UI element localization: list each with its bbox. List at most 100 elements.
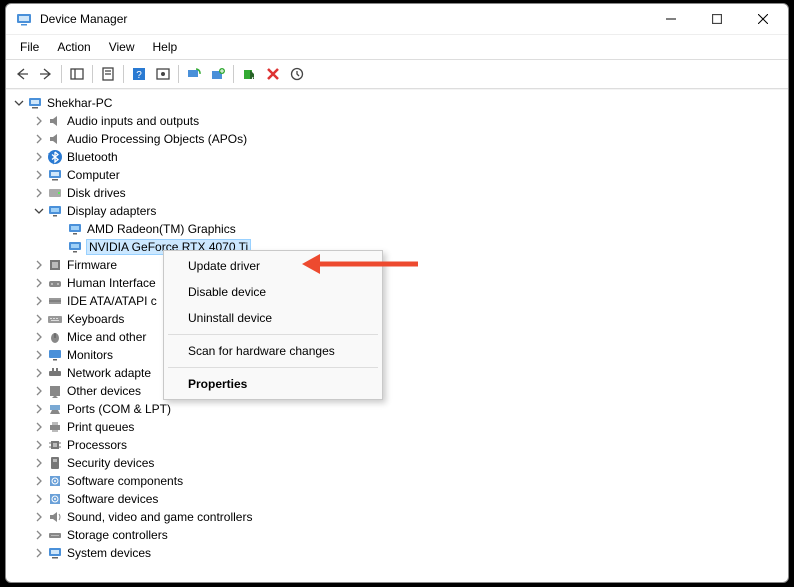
help-button[interactable]: ? [128, 63, 150, 85]
tree-node-mouse[interactable]: Mice and other [28, 328, 788, 346]
mouse-icon [47, 329, 63, 345]
forward-button[interactable] [35, 63, 57, 85]
app-icon [16, 11, 32, 27]
expand-icon[interactable] [32, 330, 46, 344]
ide-icon [47, 293, 63, 309]
menu-help[interactable]: Help [145, 37, 186, 57]
tree-label: Keyboards [67, 312, 124, 326]
titlebar[interactable]: Device Manager [6, 4, 788, 34]
expand-icon[interactable] [32, 528, 46, 542]
tree-node-firmware[interactable]: Firmware [28, 256, 788, 274]
close-button[interactable] [740, 4, 786, 34]
expand-icon[interactable] [32, 150, 46, 164]
expand-icon[interactable] [32, 312, 46, 326]
tree-node-cpu[interactable]: Processors [28, 436, 788, 454]
expand-icon[interactable] [32, 420, 46, 434]
back-button[interactable] [11, 63, 33, 85]
expand-icon[interactable] [32, 456, 46, 470]
expand-icon[interactable] [32, 348, 46, 362]
expand-icon[interactable] [32, 132, 46, 146]
maximize-button[interactable] [694, 4, 740, 34]
expand-icon[interactable] [32, 474, 46, 488]
expand-icon[interactable] [32, 186, 46, 200]
action-button[interactable] [152, 63, 174, 85]
uninstall-device-button[interactable] [262, 63, 284, 85]
swdev-icon [47, 491, 63, 507]
show-hide-tree-button[interactable] [66, 63, 88, 85]
tree-node-keyboard[interactable]: Keyboards [28, 310, 788, 328]
computer-icon [47, 167, 63, 183]
expand-icon[interactable] [32, 258, 46, 272]
menu-view[interactable]: View [101, 37, 143, 57]
expand-icon[interactable] [32, 510, 46, 524]
scan-hardware-button[interactable] [183, 63, 205, 85]
tree-node-security[interactable]: Security devices [28, 454, 788, 472]
expand-icon[interactable] [32, 438, 46, 452]
tree-node-other[interactable]: Other devices [28, 382, 788, 400]
expand-icon[interactable] [32, 168, 46, 182]
tree-node-printq[interactable]: Print queues [28, 418, 788, 436]
pc-icon [27, 95, 43, 111]
system-icon [47, 545, 63, 561]
update-driver-button[interactable] [207, 63, 229, 85]
tree-label: Print queues [67, 420, 134, 434]
gpu-icon [67, 239, 83, 255]
tree-node-swcomp[interactable]: Software components [28, 472, 788, 490]
minimize-button[interactable] [648, 4, 694, 34]
expand-icon[interactable] [32, 114, 46, 128]
expand-icon[interactable] [32, 276, 46, 290]
tree-node-disk[interactable]: Disk drives [28, 184, 788, 202]
tree-label: Software devices [67, 492, 158, 506]
expand-icon[interactable] [32, 384, 46, 398]
tree-node-ide[interactable]: IDE ATA/ATAPI c [28, 292, 788, 310]
tree-node-audio-io[interactable]: Audio inputs and outputs [28, 112, 788, 130]
tree-node-hid[interactable]: Human Interface [28, 274, 788, 292]
tree-label: Monitors [67, 348, 113, 362]
tree-node-audio-proc[interactable]: Audio Processing Objects (APOs) [28, 130, 788, 148]
tree-node-system[interactable]: System devices [28, 544, 788, 562]
menu-file[interactable]: File [12, 37, 47, 57]
ctx-disable-device[interactable]: Disable device [166, 279, 380, 305]
firmware-icon [47, 257, 63, 273]
tree-node-swdev[interactable]: Software devices [28, 490, 788, 508]
tree-label: Computer [67, 168, 120, 182]
tree-node-root[interactable]: Shekhar-PC [8, 94, 788, 112]
expand-icon[interactable] [32, 402, 46, 416]
tree-pane[interactable]: Shekhar-PCAudio inputs and outputsAudio … [6, 89, 788, 582]
tree-label: Mice and other [67, 330, 146, 344]
cpu-icon [47, 437, 63, 453]
tree-node-net[interactable]: Network adapte [28, 364, 788, 382]
tree-node-nvidia[interactable]: NVIDIA GeForce RTX 4070 Ti [48, 238, 788, 256]
tree-node-bluetooth[interactable]: Bluetooth [28, 148, 788, 166]
add-legacy-hardware-button[interactable] [286, 63, 308, 85]
hid-icon [47, 275, 63, 291]
tree-node-ports[interactable]: Ports (COM & LPT) [28, 400, 788, 418]
ctx-scan-hardware[interactable]: Scan for hardware changes [166, 338, 380, 364]
ctx-uninstall-device[interactable]: Uninstall device [166, 305, 380, 331]
ctx-update-driver[interactable]: Update driver [166, 253, 380, 279]
properties-button[interactable] [97, 63, 119, 85]
storage-icon [47, 527, 63, 543]
tree-node-display[interactable]: Display adapters [28, 202, 788, 220]
tree-node-amd[interactable]: AMD Radeon(TM) Graphics [48, 220, 788, 238]
disable-device-button[interactable] [238, 63, 260, 85]
expand-icon[interactable] [32, 492, 46, 506]
tree-node-computer[interactable]: Computer [28, 166, 788, 184]
tree-node-sound[interactable]: Sound, video and game controllers [28, 508, 788, 526]
tree-label: Software components [67, 474, 183, 488]
collapse-icon[interactable] [32, 204, 46, 218]
tree-label: Bluetooth [67, 150, 118, 164]
window-title: Device Manager [40, 12, 127, 26]
tree-label: IDE ATA/ATAPI c [67, 294, 157, 308]
expand-icon[interactable] [32, 366, 46, 380]
collapse-icon[interactable] [12, 96, 26, 110]
tree-node-monitor[interactable]: Monitors [28, 346, 788, 364]
ctx-separator [168, 367, 378, 368]
menu-action[interactable]: Action [49, 37, 98, 57]
expand-icon[interactable] [32, 546, 46, 560]
ctx-properties[interactable]: Properties [166, 371, 380, 397]
tree-node-storage[interactable]: Storage controllers [28, 526, 788, 544]
tree-label: Other devices [67, 384, 141, 398]
context-menu: Update driver Disable device Uninstall d… [163, 250, 383, 400]
expand-icon[interactable] [32, 294, 46, 308]
